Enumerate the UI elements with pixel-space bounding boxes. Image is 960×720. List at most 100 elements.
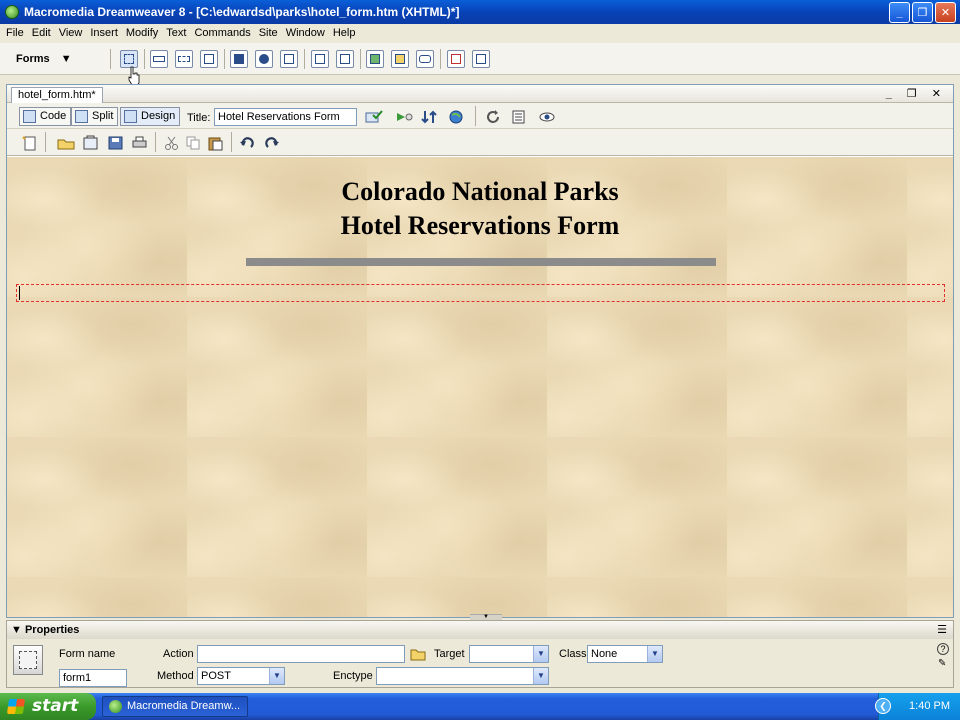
class-select[interactable]: None ▼ bbox=[587, 645, 663, 663]
action-input[interactable] bbox=[197, 645, 405, 663]
split-icon bbox=[75, 110, 88, 123]
toolbar-separator bbox=[475, 106, 476, 126]
jump-menu-icon[interactable] bbox=[336, 50, 354, 68]
browse-in-bridge-icon[interactable] bbox=[82, 135, 100, 151]
file-management-icon[interactable] bbox=[421, 109, 439, 125]
save-icon[interactable] bbox=[107, 135, 125, 151]
checkbox-icon[interactable] bbox=[230, 50, 248, 68]
new-document-icon[interactable] bbox=[21, 135, 39, 151]
menu-window[interactable]: Window bbox=[284, 27, 331, 39]
visual-aids-icon[interactable] bbox=[539, 109, 557, 125]
class-value: None bbox=[591, 648, 618, 660]
menu-edit[interactable]: Edit bbox=[30, 27, 57, 39]
list-menu-icon[interactable] bbox=[311, 50, 329, 68]
target-select[interactable]: ▼ bbox=[469, 645, 549, 663]
split-view-button[interactable]: Split bbox=[71, 107, 119, 126]
method-select[interactable]: POST ▼ bbox=[197, 667, 285, 685]
menu-modify[interactable]: Modify bbox=[124, 27, 164, 39]
page-title-input[interactable]: Hotel Reservations Form bbox=[214, 108, 357, 126]
design-canvas[interactable]: Colorado National Parks Hotel Reservatio… bbox=[7, 157, 953, 617]
toolbar-separator bbox=[304, 49, 305, 69]
browse-folder-icon[interactable] bbox=[410, 647, 426, 661]
code-view-label: Code bbox=[40, 110, 67, 122]
menu-site[interactable]: Site bbox=[257, 27, 284, 39]
document-window-controls[interactable]: _ ❐ ✕ bbox=[886, 87, 947, 100]
heading-line-1: Colorado National Parks bbox=[341, 177, 619, 206]
insert-category-label: Forms bbox=[16, 53, 50, 65]
minimize-button[interactable]: _ bbox=[889, 2, 910, 23]
cut-icon[interactable] bbox=[163, 135, 181, 151]
undo-icon[interactable] bbox=[239, 135, 257, 151]
maximize-button[interactable]: ❐ bbox=[912, 2, 933, 23]
hidden-field-icon[interactable] bbox=[175, 50, 193, 68]
insert-bar: Forms ▼ bbox=[0, 43, 960, 75]
menu-file[interactable]: File bbox=[4, 27, 30, 39]
properties-header[interactable]: ▼ Properties ☰ bbox=[7, 621, 953, 639]
dropdown-arrow-icon: ▼ bbox=[647, 646, 662, 662]
preview-in-browser-icon[interactable] bbox=[448, 109, 466, 125]
clock[interactable]: 1:40 PM bbox=[909, 700, 950, 712]
toolbar-separator bbox=[224, 49, 225, 69]
window-title: Macromedia Dreamweaver 8 - [C:\edwardsd\… bbox=[24, 5, 460, 19]
quick-tag-editor-icon[interactable]: ✎ bbox=[938, 658, 950, 670]
design-icon bbox=[124, 110, 137, 123]
windows-logo-icon bbox=[6, 699, 26, 714]
design-view-button[interactable]: Design bbox=[120, 107, 181, 126]
menu-help[interactable]: Help bbox=[331, 27, 362, 39]
fieldset-icon[interactable] bbox=[472, 50, 490, 68]
radio-button-icon[interactable] bbox=[255, 50, 273, 68]
document-window: hotel_form.htm* _ ❐ ✕ Code Split Design … bbox=[6, 84, 954, 618]
dreamweaver-app-icon bbox=[5, 5, 19, 19]
method-label: Method bbox=[157, 670, 194, 682]
refresh-icon[interactable] bbox=[485, 109, 503, 125]
copy-icon[interactable] bbox=[185, 135, 203, 151]
menu-view[interactable]: View bbox=[57, 27, 89, 39]
start-button[interactable]: start bbox=[0, 693, 96, 720]
validate-markup-icon[interactable] bbox=[395, 109, 413, 125]
action-label: Action bbox=[163, 648, 194, 660]
code-view-button[interactable]: Code bbox=[19, 107, 72, 126]
toolbar-separator bbox=[440, 49, 441, 69]
button-icon[interactable] bbox=[416, 50, 434, 68]
class-label: Class bbox=[559, 648, 587, 660]
properties-panel: ▼ Properties ☰ Form name form1 Action Ta… bbox=[6, 620, 954, 688]
menu-insert[interactable]: Insert bbox=[88, 27, 124, 39]
form-outline[interactable] bbox=[16, 284, 945, 302]
enctype-select[interactable]: ▼ bbox=[376, 667, 549, 685]
toolbar-separator bbox=[360, 49, 361, 69]
enctype-label: Enctype bbox=[333, 670, 373, 682]
dropdown-arrow-icon: ▼ bbox=[533, 668, 548, 684]
view-options-icon[interactable] bbox=[512, 109, 530, 125]
textarea-icon[interactable] bbox=[200, 50, 218, 68]
help-icon[interactable]: ? bbox=[937, 643, 949, 655]
dropdown-arrow-icon: ▼ bbox=[533, 646, 548, 662]
hand-cursor-icon bbox=[128, 66, 140, 86]
heading-line-2: Hotel Reservations Form bbox=[340, 211, 620, 240]
menu-commands[interactable]: Commands bbox=[192, 27, 256, 39]
horizontal-rule bbox=[246, 258, 716, 266]
taskbar-item-label: Macromedia Dreamw... bbox=[127, 700, 241, 712]
toolbar-separator bbox=[110, 49, 111, 69]
print-icon[interactable] bbox=[131, 135, 149, 151]
redo-icon[interactable] bbox=[263, 135, 281, 151]
document-tab[interactable]: hotel_form.htm* bbox=[11, 87, 103, 103]
open-folder-icon[interactable] bbox=[57, 135, 75, 151]
toolbar-separator bbox=[45, 132, 46, 152]
show-hidden-icons-button[interactable]: ❮ bbox=[875, 698, 891, 714]
radio-group-icon[interactable] bbox=[280, 50, 298, 68]
file-field-icon[interactable] bbox=[391, 50, 409, 68]
text-field-icon[interactable] bbox=[150, 50, 168, 68]
close-button[interactable]: ✕ bbox=[935, 2, 956, 23]
paste-icon[interactable] bbox=[207, 135, 225, 151]
label-icon[interactable] bbox=[447, 50, 465, 68]
check-page-icon[interactable] bbox=[365, 109, 383, 125]
options-menu-icon[interactable]: ☰ bbox=[937, 621, 947, 639]
taskbar-item-dreamweaver[interactable]: Macromedia Dreamw... bbox=[102, 696, 248, 717]
form-element-icon bbox=[13, 645, 43, 675]
insert-category-dropdown[interactable]: Forms ▼ bbox=[16, 53, 72, 65]
menu-text[interactable]: Text bbox=[164, 27, 192, 39]
image-field-icon[interactable] bbox=[366, 50, 384, 68]
document-toolbar: Code Split Design Title: Hotel Reservati… bbox=[7, 103, 953, 129]
form-name-input[interactable]: form1 bbox=[59, 669, 127, 687]
design-view-label: Design bbox=[141, 110, 176, 122]
